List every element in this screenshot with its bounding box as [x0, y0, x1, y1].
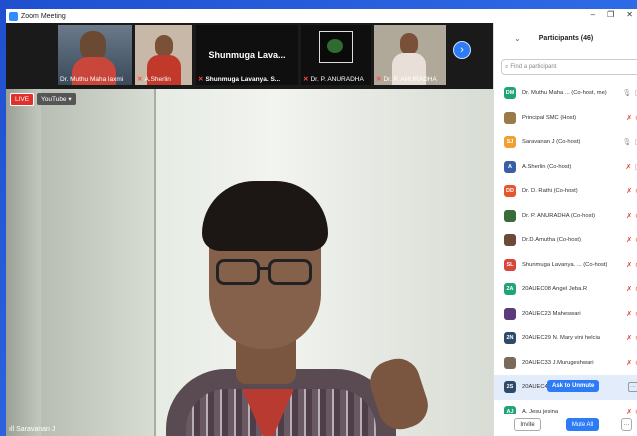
participant-name: Principal SMC (Host)	[522, 114, 577, 121]
participant-row[interactable]: SL Shunmuga Lavanya. ... (Co-host) ✗⊘	[494, 253, 637, 278]
participant-row[interactable]: A A.Sherlin (Co-host) ✗▢	[494, 155, 637, 180]
restore-icon[interactable]: ❐	[607, 10, 614, 19]
zoom-window: Zoom Meeting – ❐ ✕ Dr. Muthu Maha laxmi …	[6, 9, 637, 436]
mic-muted-icon: ✕	[376, 76, 382, 83]
gallery-tile[interactable]: Shunmuga Lava... ✕ Shunmuga Lavanya. S...	[196, 25, 298, 85]
video-door	[41, 89, 156, 436]
participant-row[interactable]: Dr.D.Amutha (Co-host) ✗⊘	[494, 228, 637, 253]
mic-muted-icon[interactable]: ✗	[626, 334, 632, 342]
active-speaker-video: LIVE YouTube ▾ ıll Saravanan J	[6, 89, 493, 436]
speaker-glasses	[268, 259, 312, 285]
tile-name: ✕ Dr. P. ANURADHA	[303, 76, 364, 83]
avatar: DM	[504, 87, 516, 100]
participant-row[interactable]: 20AUEC33 J.Murugeshwari ✗⊘	[494, 351, 637, 376]
mic-muted-icon[interactable]: ✗	[626, 261, 632, 269]
mic-muted-icon[interactable]: ✗	[626, 285, 632, 293]
participants-panel: ⌄ Participants (46) ⌕ Find a participant…	[493, 23, 637, 436]
participant-row[interactable]: SJ Saravanan J (Co-host) 🎙▢	[494, 130, 637, 155]
participant-name: Shunmuga Lavanya. ... (Co-host)	[522, 261, 608, 268]
search-placeholder: Find a participant	[510, 64, 557, 70]
avatar: 2A	[504, 283, 516, 296]
ask-to-unmute-button[interactable]: Ask to Unmute	[547, 380, 600, 392]
avatar: A	[504, 160, 516, 173]
tile-name: ✕ A.Sherlin	[137, 76, 171, 83]
invite-button[interactable]: Invite	[514, 418, 541, 431]
avatar: SJ	[504, 136, 516, 149]
mic-muted-icon: ✕	[137, 76, 143, 83]
mic-muted-icon[interactable]: ✗	[626, 187, 632, 195]
avatar	[504, 307, 516, 320]
mic-icon[interactable]: 🎙	[622, 138, 631, 146]
next-page-button[interactable]: ›	[453, 41, 471, 59]
participant-row[interactable]: 2N 20AUEC29 N. Mary vini helcia ✗⊘	[494, 326, 637, 351]
mic-muted-icon[interactable]: ✗	[626, 359, 632, 367]
participant-row[interactable]: Principal SMC (Host) ✗⊘	[494, 106, 637, 131]
signal-icon: ıll	[9, 426, 15, 433]
tile-display-name: Shunmuga Lava...	[208, 50, 286, 60]
gallery-strip: Dr. Muthu Maha laxmi ✕ A.Sherlin Shunmuga…	[6, 23, 493, 89]
live-badge[interactable]: LIVE	[10, 93, 35, 106]
participant-name: Dr. Muthu Maha ... (Co-host, me)	[522, 90, 607, 97]
speaker-glasses	[216, 259, 260, 285]
window-controls: – ❐ ✕	[591, 10, 633, 19]
participant-name: 20AUEC33 J.Murugeshwari	[522, 359, 594, 366]
mic-muted-icon: ✕	[198, 76, 204, 83]
participant-row[interactable]: 20AUEC23 Maheswari ✗⊘	[494, 302, 637, 327]
participants-title: Participants (46)	[538, 35, 594, 42]
youtube-dropdown[interactable]: YouTube ▾	[37, 93, 76, 105]
close-icon[interactable]: ✕	[626, 10, 633, 19]
panel-footer: Invite Mute All ···	[494, 414, 637, 436]
tile-name: ✕ Shunmuga Lavanya. S...	[198, 76, 281, 83]
mic-muted-icon[interactable]: ✗	[626, 310, 632, 318]
gallery-tile[interactable]: ✕ Dr. P. ANURADHA	[301, 25, 371, 85]
participant-name: 20AUEC08 Angel Jeba.R	[522, 286, 588, 293]
participant-row[interactable]: DM Dr. Muthu Maha ... (Co-host, me) 🎙▢	[494, 81, 637, 106]
search-input[interactable]: ⌕ Find a participant	[501, 59, 637, 75]
minimize-icon[interactable]: –	[591, 10, 595, 19]
participant-row[interactable]: 2S 20AUEC46 Shar Ask to Unmute ···	[494, 375, 637, 400]
participant-name: Dr. D. Rathi (Co-host)	[522, 188, 578, 195]
avatar: 2S	[504, 381, 516, 394]
gallery-tile[interactable]: ✕ A.Sherlin	[135, 25, 192, 85]
speaker-glasses-bridge	[258, 267, 270, 270]
zoom-logo-icon	[9, 11, 18, 21]
avatar	[504, 234, 516, 247]
mic-muted-icon[interactable]: ✗	[626, 114, 632, 122]
tile-name: Dr. Muthu Maha laxmi	[60, 76, 124, 83]
window-title: Zoom Meeting	[21, 12, 66, 20]
participant-row[interactable]: DD Dr. D. Rathi (Co-host) ✗⊘	[494, 179, 637, 204]
search-icon: ⌕	[505, 63, 509, 70]
speaker-label: ıll Saravanan J	[9, 426, 56, 433]
participant-name: Saravanan J (Co-host)	[522, 139, 581, 146]
avatar: DD	[504, 185, 516, 198]
gallery-tile[interactable]: Dr. Muthu Maha laxmi	[58, 25, 132, 85]
avatar	[504, 209, 516, 222]
participant-name: 20AUEC23 Maheswari	[522, 310, 581, 317]
mic-muted-icon[interactable]: ✗	[626, 163, 632, 171]
mic-muted-icon[interactable]: ✗	[626, 212, 632, 220]
avatar	[504, 111, 516, 124]
participant-list: DM Dr. Muthu Maha ... (Co-host, me) 🎙▢ P…	[494, 81, 637, 424]
avatar	[504, 356, 516, 369]
mute-all-button[interactable]: Mute All	[566, 418, 599, 431]
participant-row[interactable]: 2A 20AUEC08 Angel Jeba.R ✗⊘	[494, 277, 637, 302]
video-edge	[6, 89, 41, 436]
mic-muted-icon[interactable]: ✗	[626, 236, 632, 244]
participant-name: 20AUEC29 N. Mary vini helcia	[522, 335, 600, 342]
gallery-tile[interactable]: ✕ Dr. P. ANURADHA	[374, 25, 446, 85]
tile-name: ✕ Dr. P. ANURADHA	[376, 76, 437, 83]
mic-muted-icon: ✕	[303, 76, 309, 83]
participant-row[interactable]: Dr. P. ANURADHA (Co-host) ✗⊘	[494, 204, 637, 229]
more-options-button[interactable]: ···	[621, 418, 632, 431]
title-bar: Zoom Meeting – ❐ ✕	[6, 9, 637, 23]
participant-more-button[interactable]: ···	[628, 382, 637, 392]
participant-name: Dr.D.Amutha (Co-host)	[522, 237, 581, 244]
avatar: SL	[504, 258, 516, 271]
avatar: 2N	[504, 332, 516, 345]
participant-name: A.Sherlin (Co-host)	[522, 163, 572, 170]
participant-name: Dr. P. ANURADHA (Co-host)	[522, 212, 596, 219]
mic-icon[interactable]: 🎙	[622, 89, 631, 97]
